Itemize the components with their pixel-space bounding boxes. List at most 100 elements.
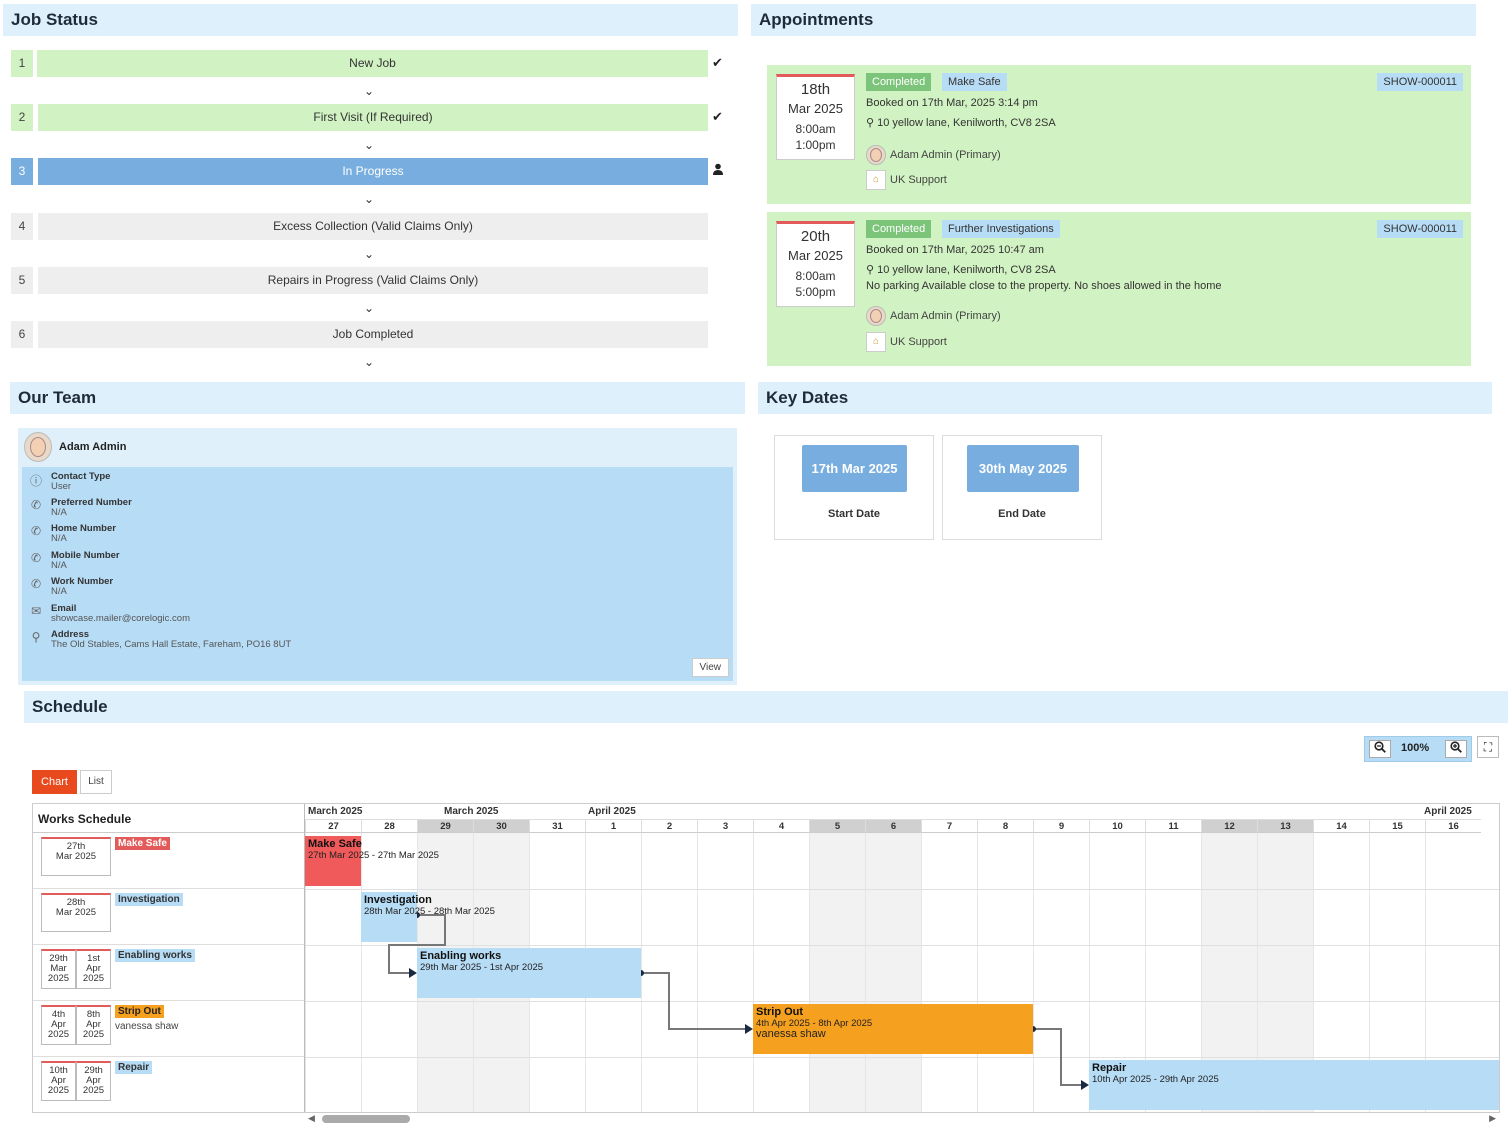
chart-view-button[interactable]: Chart	[32, 770, 77, 794]
table-row[interactable]: 29th Mar 2025 1st Apr 2025 Enabling work…	[33, 945, 304, 1001]
table-row[interactable]: 4th Apr 2025 8th Apr 2025 Strip Out vane…	[33, 1001, 304, 1057]
step-label[interactable]: Repairs in Progress (Valid Claims Only)	[38, 267, 708, 294]
scroll-left-icon[interactable]: ◀	[308, 1113, 315, 1124]
gantt-bar-repair[interactable]: Repair 10th Apr 2025 - 29th Apr 2025	[1089, 1060, 1499, 1110]
chevron-down-icon: ⌄	[364, 84, 375, 98]
start-date-label: Start Date	[828, 508, 880, 520]
checkmark-icon: ✔	[712, 109, 723, 124]
task-name-badge: Enabling works	[115, 949, 195, 962]
task-end-date: 8th Apr 2025	[76, 1005, 111, 1045]
end-date-card: 30th May 2025 End Date	[942, 435, 1102, 540]
table-row[interactable]: 28th Mar 2025 Investigation	[33, 889, 304, 945]
appointment-start: 8:00am	[795, 122, 836, 136]
gantt-timeline: March 2025 March 2025 April 2025 April 2…	[305, 804, 1499, 1112]
view-button[interactable]: View	[691, 658, 729, 677]
status-badge: Completed	[866, 73, 932, 91]
step-number: 4	[11, 213, 33, 240]
gantt-task-list: Works Schedule 27th Mar 2025 Make Safe 2…	[33, 804, 305, 1112]
fullscreen-icon[interactable]: ⛶	[1477, 736, 1499, 758]
phone-icon: ✆	[30, 577, 42, 591]
appointment-day: 18th	[800, 81, 831, 98]
appointment-month: Mar 2025	[788, 101, 843, 116]
end-date-label: End Date	[998, 508, 1046, 520]
appointment-address: ⚲ 10 yellow lane, Kenilworth, CV8 2SA	[866, 263, 1056, 276]
chevron-down-icon: ⌄	[364, 355, 375, 369]
start-date-card: 17th Mar 2025 Start Date	[774, 435, 934, 540]
task-date: 27th Mar 2025	[41, 837, 111, 876]
phone-icon: ✆	[30, 551, 42, 565]
zoom-level: 100%	[1401, 742, 1430, 754]
task-start-date: 4th Apr 2025	[41, 1005, 76, 1045]
primary-engineer: Adam Admin (Primary)	[890, 310, 1001, 322]
appointment-card[interactable]: 20th Mar 2025 8:00am 5:00pm Completed Fu…	[767, 212, 1471, 366]
end-date-value: 30th May 2025	[967, 445, 1079, 492]
our-team-header: Our Team	[10, 382, 745, 414]
job-reference-badge[interactable]: SHOW-000011	[1377, 220, 1463, 238]
bar-assignee: vanessa shaw	[756, 1028, 826, 1040]
task-start-date: 29th Mar 2025	[41, 949, 76, 989]
table-row[interactable]: 27th Mar 2025 Make Safe	[33, 833, 304, 889]
chevron-down-icon: ⌄	[364, 247, 375, 261]
gantt-bar-strip-out[interactable]: Strip Out 4th Apr 2025 - 8th Apr 2025 va…	[753, 1004, 1033, 1054]
gantt-chart: Works Schedule 27th Mar 2025 Make Safe 2…	[32, 803, 1500, 1113]
field-value: N/A	[51, 507, 67, 518]
company-logo-icon: ⌂	[866, 170, 886, 190]
step-label[interactable]: New Job	[37, 50, 708, 77]
step-label[interactable]: First Visit (If Required)	[38, 104, 708, 131]
avatar	[866, 145, 886, 165]
step-number: 6	[11, 321, 33, 348]
task-name-badge: Repair	[115, 1061, 153, 1074]
step-label[interactable]: Excess Collection (Valid Claims Only)	[38, 213, 708, 240]
horizontal-scrollbar[interactable]: ◀ ▶	[304, 1113, 1500, 1125]
gantt-bar-investigation[interactable]: Investigation 28th Mar 2025 - 28th Mar 2…	[361, 892, 495, 942]
job-status-title: Job Status	[11, 10, 98, 29]
table-row[interactable]: 10th Apr 2025 29th Apr 2025 Repair	[33, 1057, 304, 1112]
step-number: 3	[11, 158, 33, 185]
scrollbar-thumb[interactable]	[322, 1115, 410, 1123]
date-year: 2025	[82, 973, 105, 984]
bar-dates: 29th Mar 2025 - 1st Apr 2025	[420, 962, 544, 973]
step-number: 2	[11, 104, 33, 131]
appointments-header: Appointments	[751, 4, 1476, 36]
step-label[interactable]: Job Completed	[38, 321, 708, 348]
zoom-out-icon[interactable]	[1369, 740, 1391, 758]
chevron-down-icon: ⌄	[364, 138, 375, 152]
appointments-title: Appointments	[759, 10, 874, 29]
chevron-down-icon: ⌄	[364, 192, 375, 206]
bar-title: Enabling works	[420, 950, 502, 962]
scroll-right-icon[interactable]: ▶	[1489, 1113, 1496, 1124]
gantt-bar-make-safe[interactable]: Make Safe 27th Mar 2025 - 27th Mar 2025	[305, 836, 439, 886]
field-value: N/A	[51, 533, 67, 544]
key-dates-title: Key Dates	[766, 388, 849, 407]
zoom-control: 100%	[1364, 736, 1472, 762]
zoom-in-icon[interactable]	[1445, 740, 1467, 758]
status-badge: Completed	[866, 220, 932, 238]
task-date: 28th Mar 2025	[41, 893, 111, 932]
user-icon	[712, 163, 724, 178]
field-value: User	[51, 481, 72, 492]
job-status-header: Job Status	[3, 4, 738, 36]
appointment-address: ⚲ 10 yellow lane, Kenilworth, CV8 2SA	[866, 116, 1056, 129]
schedule-title: Schedule	[32, 697, 108, 716]
appointment-type-badge: Further Investigations	[942, 220, 1060, 238]
job-reference-badge[interactable]: SHOW-000011	[1377, 73, 1463, 91]
gantt-bar-enabling-works[interactable]: Enabling works 29th Mar 2025 - 1st Apr 2…	[417, 948, 641, 998]
support-engineer: UK Support	[890, 336, 947, 348]
bar-title: Make Safe	[308, 838, 362, 850]
date-year: 2025	[82, 1085, 105, 1096]
phone-icon: ✆	[30, 498, 42, 512]
appointment-end: 5:00pm	[795, 285, 836, 299]
booked-on-text: Booked on 17th Mar, 2025 10:47 am	[866, 244, 1044, 256]
appointment-start: 8:00am	[795, 269, 836, 283]
map-pin-icon: ⚲	[31, 630, 41, 644]
bar-title: Repair	[1092, 1062, 1127, 1074]
avatar	[24, 432, 52, 462]
step-label[interactable]: In Progress	[38, 158, 708, 185]
task-name-badge: Investigation	[115, 893, 183, 906]
appointment-card[interactable]: 18th Mar 2025 8:00am 1:00pm Completed Ma…	[767, 65, 1471, 204]
list-view-button[interactable]: List	[80, 770, 112, 794]
appointment-type-badge: Make Safe	[942, 73, 1007, 91]
date-year: 2025	[47, 973, 70, 984]
company-logo-icon: ⌂	[866, 332, 886, 352]
phone-icon: ✆	[30, 524, 42, 538]
